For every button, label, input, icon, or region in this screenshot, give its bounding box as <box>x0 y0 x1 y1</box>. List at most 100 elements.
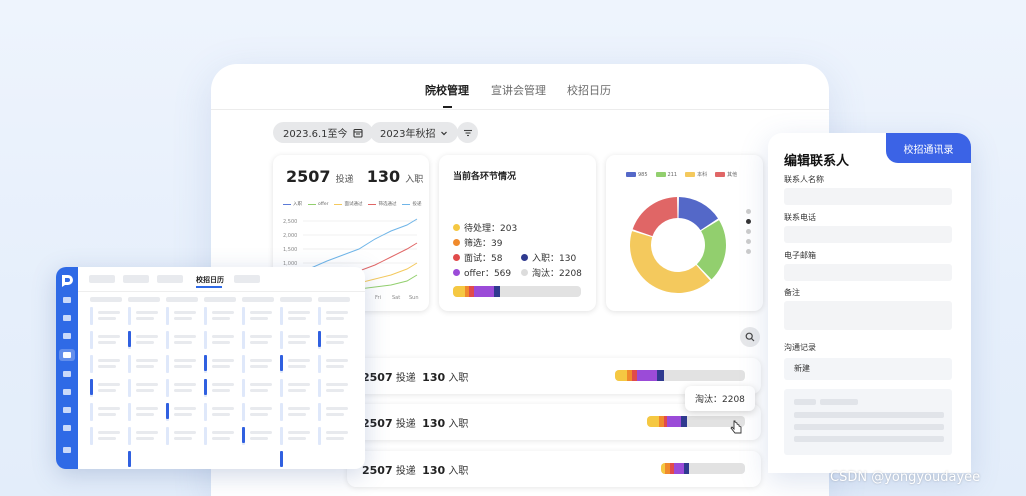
date-range-filter[interactable]: 2023.6.1至今 <box>273 122 373 143</box>
carousel-dot-active[interactable] <box>746 219 751 224</box>
cal-day-cell[interactable] <box>280 331 283 349</box>
tab-seminar-management[interactable]: 宣讲会管理 <box>491 82 546 98</box>
cal-event-marker[interactable] <box>204 379 207 395</box>
cal-tab-placeholder[interactable] <box>89 275 115 283</box>
carousel-dot[interactable] <box>746 239 751 244</box>
season-filter[interactable]: 2023年秋招 <box>370 122 459 143</box>
search-button[interactable] <box>740 327 760 347</box>
cal-day-cell[interactable] <box>90 307 93 325</box>
cal-day-cell[interactable] <box>166 355 169 373</box>
cal-event-placeholder <box>326 407 348 410</box>
cal-event-marker[interactable] <box>318 331 321 347</box>
cal-day-cell[interactable] <box>318 307 321 325</box>
cal-event-placeholder <box>212 413 230 416</box>
cal-day-cell[interactable] <box>204 307 207 325</box>
cal-day-cell[interactable] <box>242 379 245 397</box>
cal-event-marker[interactable] <box>128 451 131 467</box>
legend-label: 投递 <box>412 202 422 207</box>
cal-day-cell[interactable] <box>128 427 131 445</box>
cal-day-cell[interactable] <box>90 331 93 349</box>
contact-phone-input[interactable] <box>784 226 952 243</box>
tab-school-management[interactable]: 院校管理 <box>425 82 469 98</box>
cal-day-cell[interactable] <box>280 379 283 397</box>
cal-tab-placeholder[interactable] <box>123 275 149 283</box>
cal-event-placeholder <box>212 431 234 434</box>
school-row[interactable]: 2507 投递 130 入职 <box>347 451 761 487</box>
cal-day-cell[interactable] <box>128 355 131 373</box>
edit-contact-title: 编辑联系人 <box>784 154 850 169</box>
cal-day-cell[interactable] <box>90 355 93 373</box>
cal-event-placeholder <box>98 413 116 416</box>
tab-bar: 院校管理 宣讲会管理 校招日历 <box>211 64 829 110</box>
carousel-dots[interactable] <box>746 209 751 254</box>
notes-input[interactable] <box>784 301 952 330</box>
cal-day-cell[interactable] <box>166 379 169 397</box>
cal-day-cell[interactable] <box>204 331 207 349</box>
campus-directory-tag[interactable]: 校招通讯录 <box>886 133 971 163</box>
cal-day-cell[interactable] <box>90 427 93 445</box>
cal-event-marker[interactable] <box>90 379 93 395</box>
nav-chart-icon[interactable] <box>63 389 71 395</box>
cal-day-cell[interactable] <box>128 307 131 325</box>
carousel-dot[interactable] <box>746 249 751 254</box>
nav-folder-icon[interactable] <box>63 371 71 377</box>
nav-settings-icon[interactable] <box>63 447 71 453</box>
cal-event-marker[interactable] <box>280 355 283 371</box>
new-record-button[interactable]: 新建 <box>784 358 952 380</box>
cal-day-cell[interactable] <box>242 331 245 349</box>
cal-day-cell[interactable] <box>318 403 321 421</box>
cal-event-placeholder <box>98 431 120 434</box>
cal-tab-placeholder[interactable] <box>234 275 260 283</box>
cal-day-cell[interactable] <box>318 355 321 373</box>
cal-day-cell[interactable] <box>90 403 93 421</box>
nav-users-icon[interactable] <box>63 352 71 358</box>
tab-campus-calendar[interactable]: 校招日历 <box>567 82 611 98</box>
cal-event-marker[interactable] <box>204 355 207 371</box>
nav-mail-icon[interactable] <box>63 407 71 413</box>
cal-day-cell[interactable] <box>204 403 207 421</box>
cal-event-marker[interactable] <box>128 331 131 347</box>
cal-day-cell[interactable] <box>166 331 169 349</box>
interview-dot-icon <box>453 254 460 261</box>
cal-event-placeholder <box>326 389 344 392</box>
cal-event-placeholder <box>250 389 268 392</box>
cal-day-cell[interactable] <box>242 355 245 373</box>
donut-segment-其他[interactable] <box>632 197 678 237</box>
nav-home-icon[interactable] <box>63 315 71 321</box>
cal-day-cell[interactable] <box>128 403 131 421</box>
cal-tab-placeholder[interactable] <box>157 275 183 283</box>
cal-day-cell[interactable] <box>166 427 169 445</box>
cal-day-cell[interactable] <box>242 307 245 325</box>
contact-email-input[interactable] <box>784 264 952 281</box>
nav-grid-icon[interactable] <box>63 297 71 303</box>
cal-event-placeholder <box>326 413 344 416</box>
cal-day-cell[interactable] <box>280 403 283 421</box>
cal-day-cell[interactable] <box>318 379 321 397</box>
cal-day-cell[interactable] <box>166 307 169 325</box>
cal-day-cell[interactable] <box>204 427 207 445</box>
cal-column-header <box>318 297 350 302</box>
cal-event-placeholder <box>212 365 230 368</box>
cal-event-marker[interactable] <box>280 451 283 467</box>
cal-event-marker[interactable] <box>166 403 169 419</box>
carousel-dot[interactable] <box>746 229 751 234</box>
y-tick-label: 2,000 <box>283 233 297 239</box>
cal-day-cell[interactable] <box>280 427 283 445</box>
filter-button[interactable] <box>457 122 478 143</box>
cal-active-tab[interactable]: 校招日历 <box>196 275 224 285</box>
cal-day-cell[interactable] <box>128 379 131 397</box>
nav-briefcase-icon[interactable] <box>63 333 71 339</box>
cal-day-cell[interactable] <box>318 427 321 445</box>
nav-stats-icon[interactable] <box>63 425 71 431</box>
carousel-dot[interactable] <box>746 209 751 214</box>
cal-event-placeholder <box>250 431 272 434</box>
donut-segment-本科[interactable] <box>630 231 711 293</box>
cal-day-cell[interactable] <box>242 403 245 421</box>
cal-day-cell[interactable] <box>280 307 283 325</box>
cal-event-placeholder <box>174 317 192 320</box>
stage-label: 筛选：39 <box>464 239 503 249</box>
legend-item: 本科 <box>685 171 707 178</box>
cal-event-marker[interactable] <box>242 427 245 443</box>
cal-event-placeholder <box>212 383 234 386</box>
contact-name-input[interactable] <box>784 188 952 205</box>
